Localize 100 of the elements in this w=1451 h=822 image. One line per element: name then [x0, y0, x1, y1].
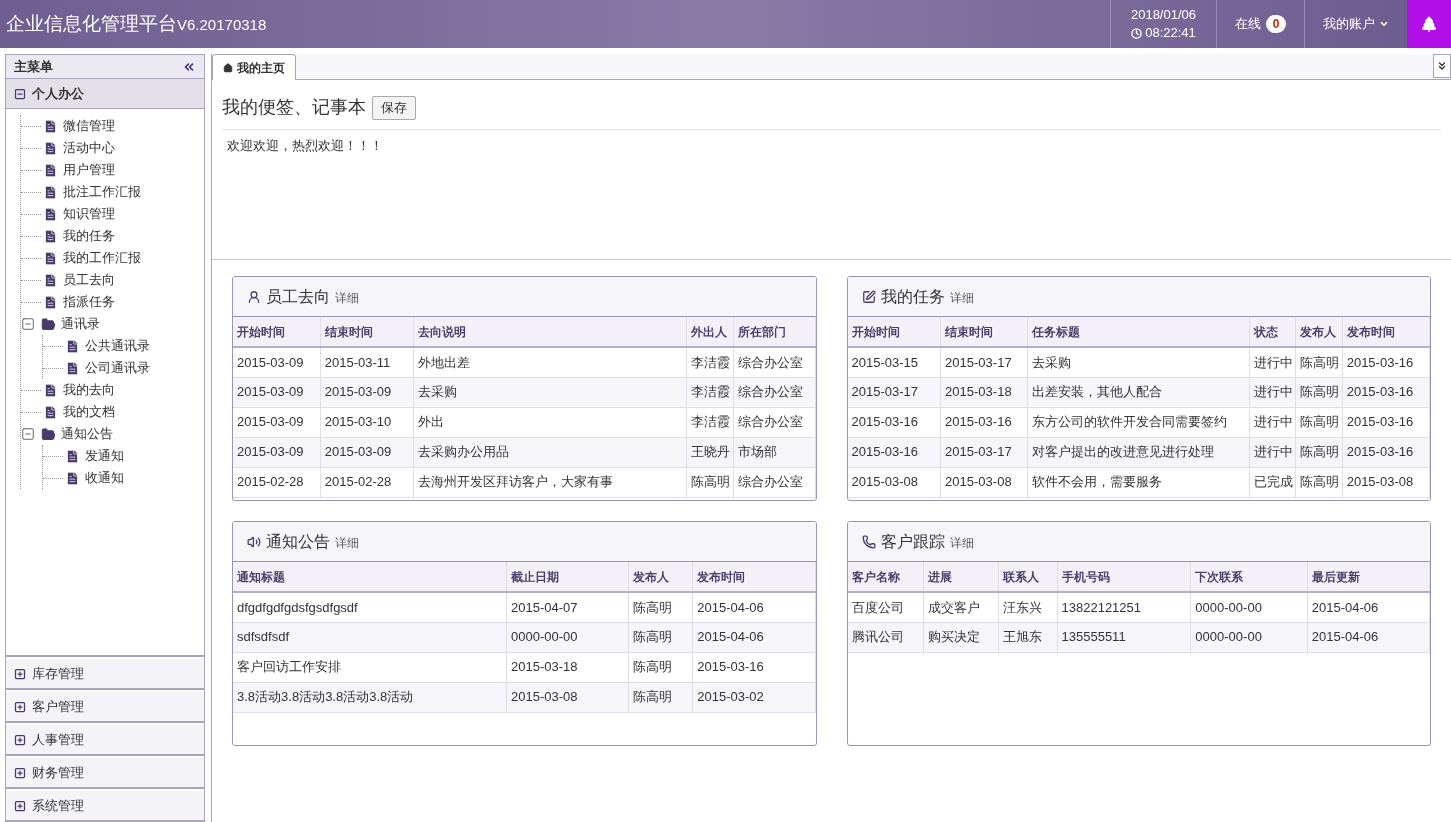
tab[interactable]: 我的主页: [212, 54, 296, 80]
table-cell: 2015-03-16: [847, 407, 941, 437]
plus-box-icon: [14, 700, 26, 713]
plus-box-icon: [14, 733, 26, 746]
table-cell: 0000-00-00: [506, 622, 629, 652]
column-header: 截止日期: [506, 562, 629, 592]
table-cell: 2015-03-10: [320, 407, 414, 437]
file-icon: [65, 448, 80, 464]
menu-section-header[interactable]: 客户管理: [6, 692, 204, 722]
file-icon: [43, 404, 58, 420]
column-header: 下次联系: [1190, 562, 1308, 592]
table-cell: 2015-03-18: [940, 377, 1028, 407]
table-cell: 综合办公室: [733, 407, 815, 437]
tree-item[interactable]: 用户管理: [63, 160, 115, 180]
table-cell: 2015-04-07: [506, 592, 629, 622]
tree-item[interactable]: 知识管理: [63, 204, 115, 224]
table-cell: 陈高明: [628, 622, 693, 652]
plus-box-icon: [14, 667, 26, 680]
tree-item[interactable]: 批注工作汇报: [63, 182, 141, 202]
tree-item[interactable]: 我的任务: [63, 226, 115, 246]
notepad-field[interactable]: 欢迎欢迎，热烈欢迎！！！: [222, 130, 1441, 259]
menu-section-header[interactable]: 库存管理: [6, 659, 204, 689]
collapse-icon[interactable]: [21, 427, 35, 441]
table-cell: 综合办公室: [733, 377, 815, 407]
table-cell: 2015-03-09: [233, 407, 321, 437]
table-cell: 陈高明: [1295, 347, 1343, 377]
table-cell: 陈高明: [1295, 377, 1343, 407]
table-cell: 2015-03-16: [847, 437, 941, 467]
table-cell: 王晓丹: [686, 437, 734, 467]
file-icon: [43, 184, 58, 200]
tab-menu-button[interactable]: [1433, 54, 1451, 78]
table-cell: 综合办公室: [733, 347, 815, 377]
save-button[interactable]: 保存: [372, 95, 416, 120]
version-text: V6.20170318: [177, 15, 267, 35]
column-header: 发布时间: [692, 562, 815, 592]
column-header: 所在部门: [733, 317, 815, 347]
panel-title: 通知公告: [266, 531, 330, 552]
table-cell: 去采购: [1027, 347, 1250, 377]
home-icon: [223, 62, 233, 73]
file-icon: [43, 140, 58, 156]
detail-link[interactable]: 详细: [949, 533, 974, 552]
user-icon: [247, 289, 261, 304]
table-cell: 2015-03-16: [1342, 347, 1430, 377]
table-cell: 成交客户: [923, 592, 999, 622]
file-icon: [43, 118, 58, 134]
menu-section-header[interactable]: 系统管理: [6, 791, 204, 821]
tree-item[interactable]: 员工去向: [63, 270, 115, 290]
column-header: 客户名称: [847, 562, 924, 592]
column-header: 最后更新: [1307, 562, 1430, 592]
table-cell: 陈高明: [1295, 467, 1343, 497]
tree-item[interactable]: 微信管理: [63, 116, 115, 136]
menu-section-header[interactable]: 个人办公: [6, 79, 204, 109]
table-cell: 2015-03-15: [847, 347, 941, 377]
file-icon: [43, 206, 58, 222]
table-cell: 客户回访工作安排: [233, 652, 507, 682]
table-cell: 2015-03-09: [233, 347, 321, 377]
tree-item[interactable]: 我的文档: [63, 402, 115, 422]
plus-box-icon: [14, 799, 26, 812]
column-header: 发布人: [1295, 317, 1343, 347]
app-title: 企业信息化管理平台: [6, 11, 177, 36]
column-header: 去向说明: [413, 317, 687, 347]
table-cell: 综合办公室: [733, 467, 815, 497]
table-cell: 3.8活动3.8活动3.8活动3.8活动: [233, 682, 507, 712]
tree-item[interactable]: 公共通讯录: [85, 336, 150, 356]
table-cell: 陈高明: [1295, 407, 1343, 437]
detail-link[interactable]: 详细: [335, 533, 359, 552]
table-cell: 0000-00-00: [1190, 622, 1308, 652]
online-label[interactable]: 在线: [1234, 14, 1261, 34]
table-cell: 2015-04-06: [692, 592, 815, 622]
table-cell: sdfsdfsdf: [233, 622, 507, 652]
table-cell: 2015-03-08: [940, 467, 1028, 497]
table-cell: 李洁霞: [686, 377, 734, 407]
table-cell: 陈高明: [686, 467, 734, 497]
collapse-icon[interactable]: [21, 317, 35, 331]
column-header: 开始时间: [233, 317, 321, 347]
menu-section-header[interactable]: 财务管理: [6, 758, 204, 788]
tree-item[interactable]: 我的去向: [63, 380, 115, 400]
table-cell: 13822121251: [1057, 592, 1191, 622]
file-icon: [43, 250, 58, 266]
menu-section-header[interactable]: 人事管理: [6, 725, 204, 755]
panel-title: 客户跟踪: [880, 531, 945, 552]
tree-button[interactable]: [1407, 0, 1451, 48]
detail-link[interactable]: 详细: [335, 288, 359, 307]
detail-link[interactable]: 详细: [949, 288, 974, 307]
tree-item[interactable]: 通讯录: [61, 314, 100, 334]
edit-icon: [861, 289, 876, 304]
tree-item[interactable]: 公司通讯录: [85, 358, 150, 378]
tree-item[interactable]: 活动中心: [63, 138, 115, 158]
tree-item[interactable]: 我的工作汇报: [63, 248, 141, 268]
tree-item[interactable]: 收通知: [85, 468, 124, 488]
online-count-badge: 0: [1265, 15, 1287, 33]
tree-item[interactable]: 指派任务: [63, 292, 115, 312]
table-cell: 进行中: [1249, 377, 1296, 407]
table-cell: 2015-04-06: [1307, 592, 1430, 622]
tree-item[interactable]: 通知公告: [61, 424, 113, 444]
table-cell: 软件不会用，需要服务: [1027, 467, 1250, 497]
table-cell: 2015-03-17: [940, 347, 1028, 377]
table-cell: 百度公司: [847, 592, 924, 622]
table-cell: 陈高明: [628, 652, 693, 682]
tree-item[interactable]: 发通知: [85, 446, 124, 466]
